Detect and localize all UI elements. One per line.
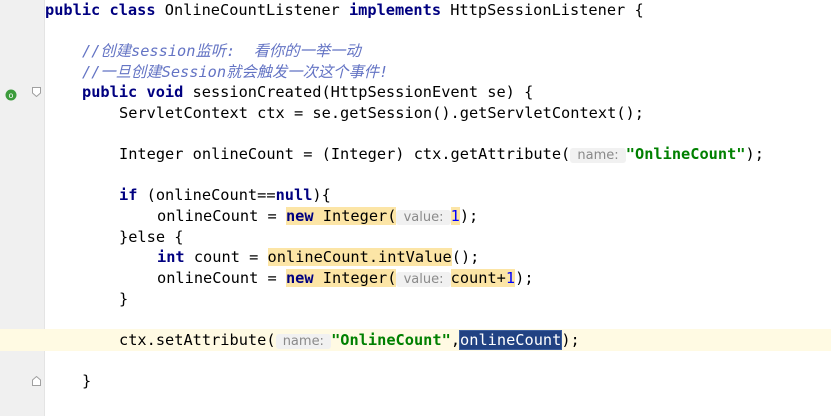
parameter-hint: value: <box>396 210 451 225</box>
code-line[interactable]: onlineCount = new Integer( value: 1); <box>157 205 478 227</box>
code-editor[interactable]: o public class OnlineCountListener imple… <box>0 0 831 416</box>
run-override-icon[interactable]: o <box>4 88 18 102</box>
code-line[interactable]: public class OnlineCountListener impleme… <box>45 0 644 21</box>
code-line[interactable]: ServletContext ctx = se.getSession().get… <box>119 102 644 124</box>
code-line[interactable]: }else { <box>119 226 183 248</box>
gutter-divider <box>44 0 45 416</box>
string-literal: "OnlineCount" <box>625 145 746 163</box>
code-line[interactable]: int count = onlineCount.intValue(); <box>157 246 479 268</box>
parameter-hint: name: <box>570 148 626 163</box>
code-line[interactable]: Integer onlineCount = (Integer) ctx.getA… <box>119 143 764 165</box>
code-comment[interactable]: //创建session监听: 看你的一举一动 <box>82 40 361 62</box>
editor-gutter[interactable] <box>0 0 44 416</box>
string-literal: "OnlineCount" <box>331 331 451 349</box>
keyword: public <box>45 1 101 19</box>
class-name: OnlineCountListener <box>155 1 349 19</box>
number-literal: 1 <box>450 207 460 225</box>
code-line[interactable]: if (onlineCount==null){ <box>119 184 331 206</box>
selected-text[interactable]: onlineCount <box>459 330 563 350</box>
keyword: implements <box>348 1 442 19</box>
fold-icon[interactable] <box>32 376 41 386</box>
fold-icon[interactable] <box>32 87 41 97</box>
code-line[interactable]: onlineCount = new Integer( value: count+… <box>157 267 534 289</box>
parameter-hint: value: <box>396 272 451 287</box>
keyword: class <box>109 1 156 19</box>
code-line[interactable]: } <box>82 370 91 392</box>
code-line[interactable]: } <box>119 288 128 310</box>
code-line[interactable]: ctx.setAttribute( name: "OnlineCount",on… <box>119 329 580 351</box>
code-comment[interactable]: //一旦创建Session就会触发一次这个事件! <box>82 61 388 83</box>
code-line[interactable]: public void sessionCreated(HttpSessionEv… <box>82 81 533 103</box>
svg-text:o: o <box>9 91 14 100</box>
parameter-hint: name: <box>275 334 332 349</box>
